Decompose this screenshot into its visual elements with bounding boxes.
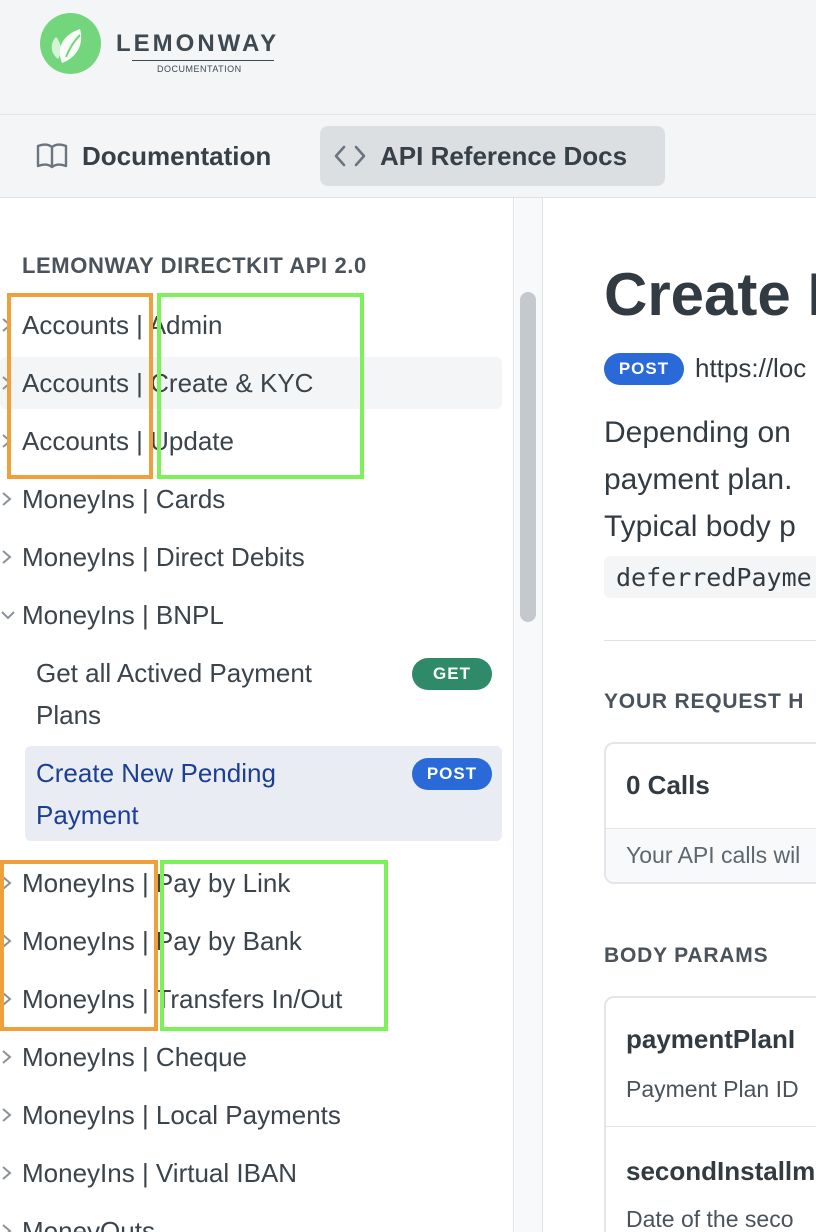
method-badge-get: GET [412,658,492,690]
subitem-label-line2: Payment [36,800,139,830]
main-content: Create N POST https://loc Depending on p… [544,198,816,1232]
brand-underline [132,60,274,61]
brand-subtitle: DOCUMENTATION [157,64,242,74]
sidebar-section-heading: LEMONWAY DIRECTKIT API 2.0 [22,253,367,278]
sidebar-subitem-create-pending-payment[interactable]: Create New Pending Payment POST [25,746,502,841]
sidebar-item-moneyins-pay-by-link[interactable]: MoneyIns | Pay by Link [0,857,502,909]
sidebar-item-moneyins-bnpl[interactable]: MoneyIns | BNPL [0,589,502,641]
chevron-down-icon [0,603,15,627]
sidebar-item-label: MoneyIns | Virtual IBAN [22,1157,298,1188]
sidebar-item-label: MoneyIns | Pay by Link [22,867,291,898]
chevron-right-icon [0,1219,14,1232]
sidebar-item-moneyins-transfers[interactable]: MoneyIns | Transfers In/Out [0,973,502,1025]
chevron-right-icon [0,871,14,895]
calls-count: 0 Calls [626,770,710,800]
sidebar-item-moneyins-cards[interactable]: MoneyIns | Cards [0,473,502,525]
chevron-right-icon [0,1045,14,1069]
method-badge-post: POST [604,353,684,385]
sidebar-item-label: MoneyIns | Local Payments [22,1099,341,1130]
lemonway-leaf-logo-icon[interactable] [40,13,101,74]
subitem-label-line1: Get all Actived Payment [36,658,313,688]
param-name: paymentPlanI [626,1024,796,1054]
tab-api-reference[interactable]: API Reference Docs [320,126,665,186]
sidebar-item-label: Accounts | Create & KYC [22,367,314,398]
inline-code: deferredPayme [604,556,816,598]
body-params-card: paymentPlanI Payment Plan ID secondInsta… [604,996,816,1232]
sidebar-item-label: MoneyIns | Cards [22,483,226,514]
subitem-label-line2: Plans [36,700,102,730]
chevron-right-icon [0,429,14,453]
book-icon [36,142,68,170]
param-description: Date of the seco [626,1206,794,1232]
sidebar-item-label: Accounts | Update [22,425,234,456]
sidebar-item-accounts-update[interactable]: Accounts | Update [0,415,502,467]
sidebar-subitem-get-payment-plans[interactable]: Get all Actived Payment Plans GET [25,652,502,736]
sidebar-item-label: MoneyIns | Transfers In/Out [22,983,343,1014]
tab-bar: Documentation API Reference Docs [0,115,816,198]
endpoint-url: https://loc [695,353,807,383]
sidebar-item-moneyins-direct-debits[interactable]: MoneyIns | Direct Debits [0,531,502,583]
top-header: LEMONWAY DOCUMENTATION [0,0,816,115]
brand-name[interactable]: LEMONWAY [116,30,279,58]
sidebar-item-label: MoneyOuts [22,1215,155,1232]
description-line: payment plan. [604,463,793,496]
chevron-right-icon [0,1161,14,1185]
chevron-right-icon [0,545,14,569]
sidebar-item-moneyouts[interactable]: MoneyOuts [0,1205,502,1232]
chevron-right-icon [0,313,14,337]
sidebar-item-accounts-create-kyc[interactable]: Accounts | Create & KYC [0,357,502,409]
sidebar-item-label: Accounts | Admin [22,309,223,340]
param-description: Payment Plan ID [626,1076,799,1102]
sidebar-item-label: MoneyIns | BNPL [22,599,224,630]
tab-api-reference-label: API Reference Docs [380,140,628,171]
sidebar-item-label: MoneyIns | Direct Debits [22,541,305,572]
tab-documentation[interactable]: Documentation [22,126,285,186]
subitem-label-line1: Create New Pending [36,758,276,788]
method-badge-post: POST [412,758,492,790]
page-title: Create N [604,261,816,328]
request-history-card: 0 Calls Your API calls wil [604,742,816,884]
sidebar-item-accounts-admin[interactable]: Accounts | Admin [0,299,502,351]
chevron-right-icon [0,987,14,1011]
divider [604,640,816,641]
chevron-right-icon [0,1103,14,1127]
chevron-right-icon [0,929,14,953]
sidebar-item-label: MoneyIns | Pay by Bank [22,925,302,956]
tab-documentation-label: Documentation [82,140,272,171]
calls-note: Your API calls wil [626,842,801,868]
body-params-heading: BODY PARAMS [604,944,769,967]
chevron-right-icon [0,487,14,511]
sidebar-scrollbar[interactable] [520,292,536,622]
sidebar-item-moneyins-virtual-iban[interactable]: MoneyIns | Virtual IBAN [0,1147,502,1199]
chevron-right-icon [0,371,14,395]
sidebar-item-moneyins-pay-by-bank[interactable]: MoneyIns | Pay by Bank [0,915,502,967]
sidebar-item-moneyins-cheque[interactable]: MoneyIns | Cheque [0,1031,502,1083]
card-divider [606,1126,816,1127]
description-line: Depending on [604,416,791,449]
request-history-heading: YOUR REQUEST H [604,690,805,713]
param-name: secondInstallm [626,1156,816,1186]
sidebar-item-moneyins-local-payments[interactable]: MoneyIns | Local Payments [0,1089,502,1141]
card-divider [606,828,816,829]
description-line: Typical body p [604,510,796,543]
sidebar-item-label: MoneyIns | Cheque [22,1041,247,1072]
code-brackets-icon [334,144,366,168]
